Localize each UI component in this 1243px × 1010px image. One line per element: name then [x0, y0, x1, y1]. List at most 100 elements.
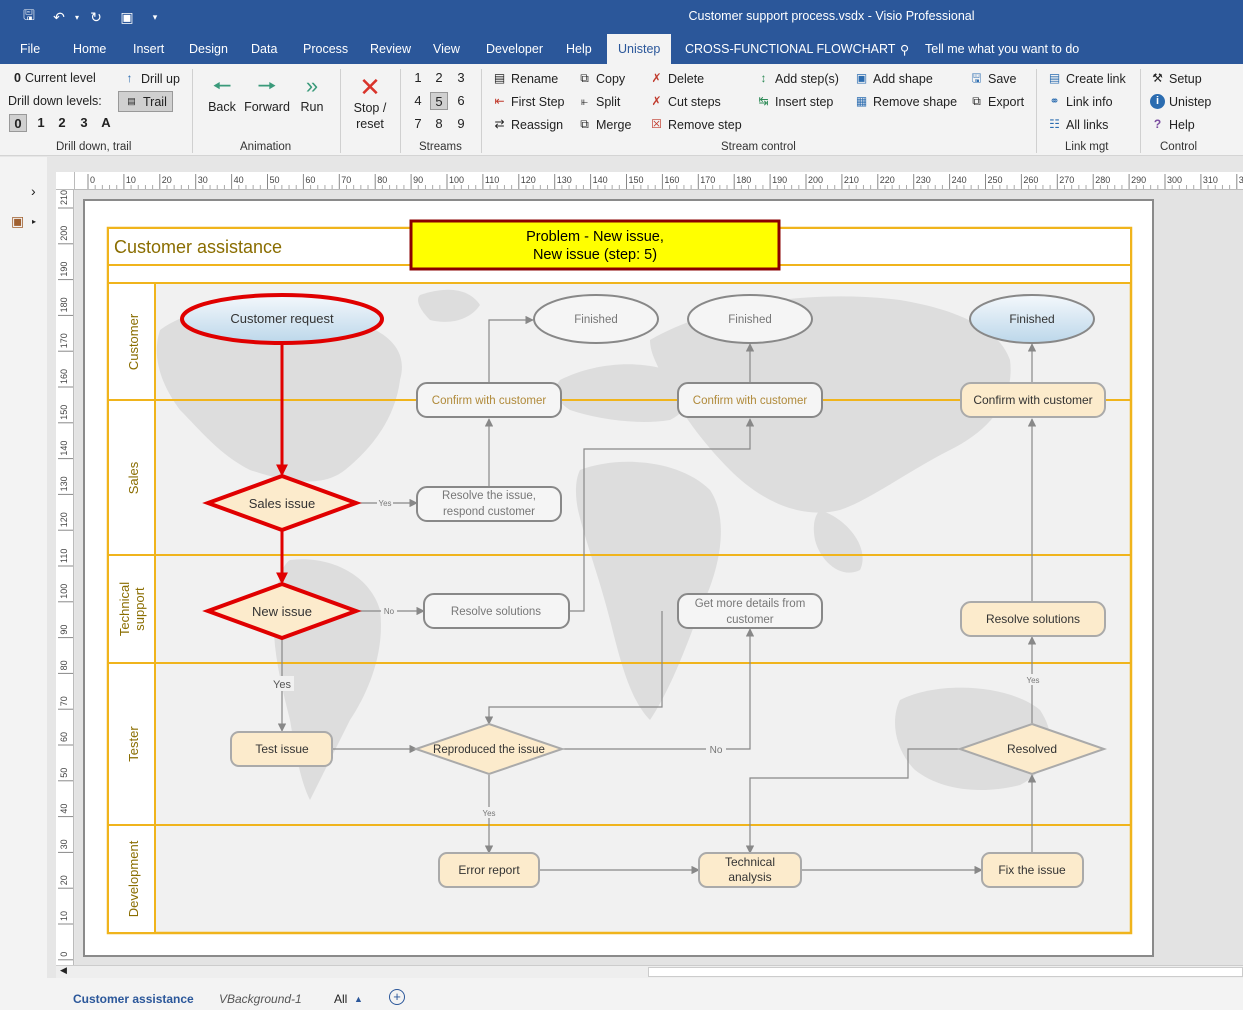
- separator: [481, 69, 482, 153]
- level-1-button[interactable]: 1: [32, 114, 50, 132]
- link-info-button[interactable]: ⚭ Link info: [1047, 94, 1112, 109]
- back-button[interactable]: 🠔 Back: [206, 72, 238, 114]
- shapes-icon[interactable]: ▣: [11, 213, 24, 230]
- tab-developer[interactable]: Developer: [486, 42, 543, 56]
- ruler-label: 110: [485, 175, 499, 185]
- shape-finished-3[interactable]: Finished: [969, 294, 1095, 344]
- expand-pane-icon[interactable]: ›: [31, 183, 36, 199]
- shape-confirm-1[interactable]: Confirm with customer: [416, 382, 562, 418]
- setup-button[interactable]: ⚒ Setup: [1150, 71, 1202, 86]
- add-shape-button[interactable]: ▣ Add shape: [854, 71, 933, 86]
- scroll-thumb[interactable]: [648, 967, 1243, 977]
- shape-customer-request[interactable]: Customer request: [180, 293, 384, 345]
- stream-5-button[interactable]: 5: [430, 92, 448, 110]
- merge-button[interactable]: ⧉ Merge: [577, 117, 631, 132]
- tell-me-search[interactable]: Tell me what you want to do: [925, 42, 1079, 56]
- caret-up-icon[interactable]: ▲: [354, 994, 363, 1004]
- stream-8-button[interactable]: 8: [430, 115, 448, 133]
- lane-label-support: support: [132, 587, 147, 631]
- title-bar: 🖫 ↶ ▾ ↻ ▣ ▾ Customer support process.vsd…: [0, 0, 1243, 34]
- shape-resolve-solutions-2[interactable]: Resolve solutions: [960, 601, 1106, 637]
- delete-button[interactable]: ✗ Delete: [649, 71, 704, 86]
- shape-confirm-2[interactable]: Confirm with customer: [677, 382, 823, 418]
- ruler-label: 250: [988, 175, 1003, 185]
- level-0-button[interactable]: 0: [9, 114, 27, 132]
- tab-file[interactable]: File: [20, 42, 40, 56]
- reassign-button[interactable]: ⇄ Reassign: [492, 117, 563, 132]
- split-button[interactable]: ⫦ Split: [577, 94, 620, 109]
- run-button[interactable]: » Run: [296, 72, 328, 114]
- stream-3-button[interactable]: 3: [452, 69, 470, 87]
- ruler-label: 100: [449, 175, 464, 185]
- shape-error-report[interactable]: Error report: [438, 852, 540, 888]
- insert-step-button[interactable]: ↹ Insert step: [756, 94, 833, 109]
- page-tab-customer-assistance[interactable]: Customer assistance: [73, 992, 194, 1006]
- cut-steps-button[interactable]: ✗ Cut steps: [649, 94, 720, 109]
- stream-2-button[interactable]: 2: [430, 69, 448, 87]
- tab-review[interactable]: Review: [370, 42, 411, 56]
- rename-icon: ▤: [493, 71, 506, 85]
- stream-6-button[interactable]: 6: [452, 92, 470, 110]
- tab-cross-functional-flowchart[interactable]: CROSS-FUNCTIONAL FLOWCHART: [685, 42, 895, 56]
- rename-label: Rename: [511, 71, 559, 86]
- pane-dropdown-icon[interactable]: ▸: [32, 217, 36, 226]
- stream-7-button[interactable]: 7: [409, 115, 427, 133]
- shape-test-issue[interactable]: Test issue: [230, 731, 333, 767]
- save-stream-button[interactable]: 🖫 Save: [969, 71, 1016, 86]
- remove-step-button[interactable]: ☒ Remove step: [649, 117, 742, 132]
- shape-finished-1[interactable]: Finished: [533, 294, 659, 344]
- shape-resolve-solutions-1[interactable]: Resolve solutions: [423, 593, 570, 629]
- level-all-button[interactable]: A: [97, 114, 115, 132]
- drill-up-button[interactable]: ↑ Drill up: [122, 71, 180, 86]
- stream-4-button[interactable]: 4: [409, 92, 427, 110]
- drill-up-label: Drill up: [141, 71, 180, 86]
- stream-1-button[interactable]: 1: [409, 69, 427, 87]
- drawing-canvas[interactable]: Customer assistance Customer Sales Techn…: [75, 190, 1243, 965]
- finished-3-text: Finished: [1009, 312, 1054, 326]
- tab-process[interactable]: Process: [303, 42, 348, 56]
- ruler-label: 160: [664, 175, 679, 185]
- page-tab-vbackground[interactable]: VBackground-1: [219, 992, 302, 1006]
- level-3-button[interactable]: 3: [75, 114, 93, 132]
- separator: [400, 69, 401, 153]
- help-button[interactable]: ? Help: [1150, 117, 1195, 132]
- scroll-left-icon[interactable]: ◀: [60, 965, 67, 976]
- ruler-label: 160: [59, 369, 69, 384]
- tab-help[interactable]: Help: [566, 42, 592, 56]
- ruler-corner: [56, 172, 75, 190]
- banner-line2: New issue (step: 5): [533, 247, 657, 263]
- tab-data[interactable]: Data: [251, 42, 277, 56]
- separator: [1036, 69, 1037, 153]
- shape-technical-analysis[interactable]: Technical analysis: [698, 852, 802, 888]
- shape-confirm-3[interactable]: Confirm with customer: [960, 382, 1106, 418]
- shape-finished-2[interactable]: Finished: [687, 294, 813, 344]
- export-button[interactable]: ⧉ Export: [969, 94, 1024, 109]
- shape-resolve-issue[interactable]: Resolve the issue, respond customer: [416, 486, 562, 522]
- shape-fix-issue[interactable]: Fix the issue: [981, 852, 1084, 888]
- tab-home[interactable]: Home: [73, 42, 106, 56]
- create-link-button[interactable]: ▤ Create link: [1047, 71, 1126, 86]
- stream-9-button[interactable]: 9: [452, 115, 470, 133]
- all-links-button[interactable]: ☷ All links: [1047, 117, 1108, 132]
- first-step-button[interactable]: ⇤ First Step: [492, 94, 564, 109]
- trail-button[interactable]: ▤ Trail: [118, 91, 173, 112]
- split-label: Split: [596, 94, 621, 109]
- ruler-label: 70: [341, 175, 351, 185]
- separator: [340, 69, 341, 153]
- tab-design[interactable]: Design: [189, 42, 228, 56]
- add-page-icon[interactable]: +: [389, 989, 405, 1005]
- copy-button[interactable]: ⧉ Copy: [577, 71, 625, 86]
- horizontal-scrollbar[interactable]: ◀: [56, 965, 1243, 978]
- shape-get-details[interactable]: Get more details from customer: [677, 593, 823, 629]
- tab-view[interactable]: View: [433, 42, 460, 56]
- tab-insert[interactable]: Insert: [133, 42, 164, 56]
- unistep-button[interactable]: i Unistep: [1150, 94, 1211, 109]
- stop-reset-button[interactable]: ✕ Stop / reset: [350, 72, 390, 132]
- tab-unistep[interactable]: Unistep: [607, 34, 672, 64]
- remove-shape-button[interactable]: ▦ Remove shape: [854, 94, 957, 109]
- add-steps-button[interactable]: ↕ Add step(s): [756, 71, 839, 86]
- page-tab-all[interactable]: All: [334, 992, 347, 1006]
- forward-button[interactable]: 🠖 Forward: [244, 72, 290, 114]
- rename-button[interactable]: ▤ Rename: [492, 71, 558, 86]
- level-2-button[interactable]: 2: [53, 114, 71, 132]
